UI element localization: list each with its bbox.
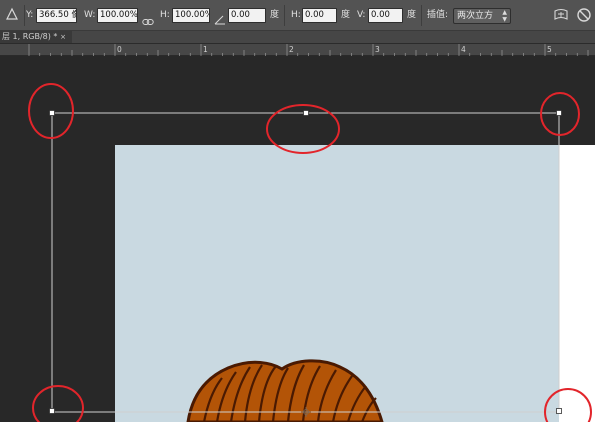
hskew-label: H:: [291, 10, 301, 20]
document-tab-bar: 层 1, RGB/8) * ×: [0, 31, 595, 44]
ruler-label: 5: [547, 45, 552, 54]
ruler-label: 2: [289, 45, 294, 54]
canvas-svg: [28, 83, 595, 422]
height-percent-field[interactable]: 100.00%: [172, 8, 210, 23]
handle-top-left[interactable]: [49, 110, 55, 116]
ruler-label: 1: [203, 45, 208, 54]
triangle-reference-point-icon[interactable]: [4, 6, 20, 22]
separator: [284, 5, 285, 26]
ruler-label: 0: [117, 45, 122, 54]
separator: [24, 5, 25, 26]
vertical-skew-field[interactable]: 0.00: [368, 8, 403, 23]
rotate-angle-field[interactable]: 0.00: [228, 8, 266, 23]
interpolation-value: 两次立方: [457, 11, 494, 21]
cancel-transform-icon[interactable]: [576, 7, 592, 23]
horizontal-ruler[interactable]: 0 1 2 3 4 5: [0, 44, 595, 56]
interpolation-select[interactable]: 两次立方 ▲ ▼: [453, 8, 511, 24]
h-label: H:: [160, 10, 170, 20]
y-position-field[interactable]: 366.50 像素: [36, 8, 77, 23]
ruler-ticks: 0 1 2 3 4 5: [28, 44, 589, 56]
w-label: W:: [84, 10, 96, 20]
handle-top-middle[interactable]: [303, 110, 309, 116]
annotation-circle: [32, 385, 84, 422]
width-percent-field[interactable]: 100.00%: [97, 8, 138, 23]
horizontal-skew-field[interactable]: 0.00: [302, 8, 337, 23]
document-tab-title: 层 1, RGB/8) *: [2, 32, 58, 41]
separator: [421, 5, 422, 26]
handle-top-right[interactable]: [556, 110, 562, 116]
close-tab-icon[interactable]: ×: [60, 31, 66, 43]
select-arrows-icon: ▲ ▼: [502, 9, 507, 23]
chain-link-icon[interactable]: [142, 11, 154, 25]
handle-middle-right[interactable]: [556, 408, 562, 414]
hskew-unit-label: 度: [341, 10, 351, 20]
ruler-label: 4: [461, 45, 466, 54]
white-layer-area: [559, 145, 595, 422]
angle-icon: [214, 10, 226, 25]
options-bar: Y: 366.50 像素 W: 100.00% H: 100.00% 0.00 …: [0, 0, 595, 31]
warp-mode-icon[interactable]: [553, 7, 569, 23]
vskew-label: V:: [357, 10, 366, 20]
interpolation-label: 插值:: [427, 10, 449, 20]
y-label: Y:: [26, 10, 34, 20]
vskew-unit-label: 度: [407, 10, 417, 20]
document-tab[interactable]: 层 1, RGB/8) * ×: [0, 31, 72, 43]
rotate-unit-label: 度: [270, 10, 280, 20]
canvas-area[interactable]: [0, 56, 595, 422]
ruler-label: 3: [375, 45, 380, 54]
handle-middle-left[interactable]: [49, 408, 55, 414]
